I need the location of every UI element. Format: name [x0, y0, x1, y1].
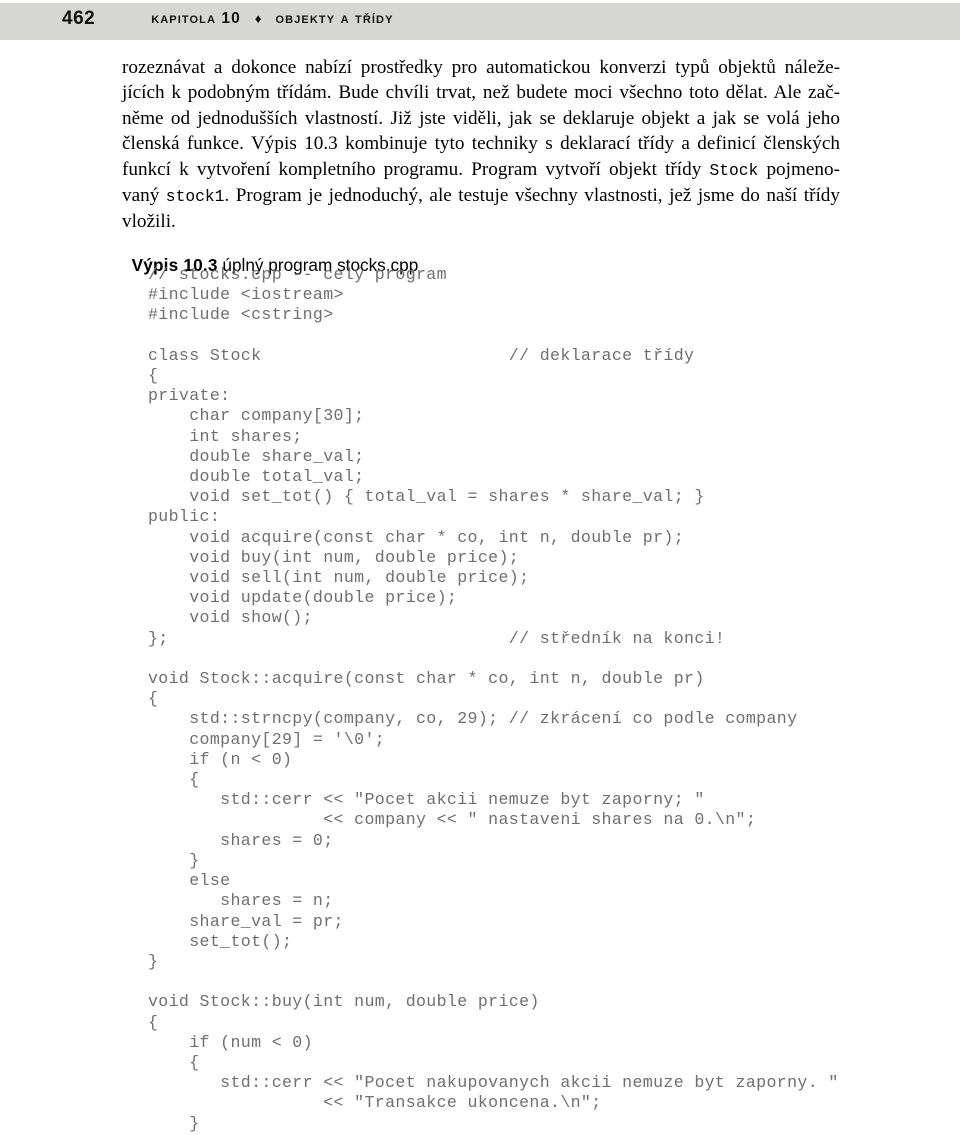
body-line: členská funkce. Výpis 10.3 kombinuje tyt… [122, 133, 840, 155]
chapter-subject: Objekty a třídy [275, 9, 394, 27]
page-header: 462 Kapitola 10 ♦ Objekty a třídy [0, 0, 960, 37]
code-line: if (n < 0) [148, 749, 293, 769]
code-line: int shares; [148, 426, 303, 446]
code-line: { [148, 366, 159, 386]
code-line: shares = n; [148, 891, 334, 911]
code-line: class Stock // deklarace třídy [148, 345, 695, 365]
code-line: else [148, 871, 231, 891]
code-line: void show(); [148, 608, 313, 628]
chapter-label: Kapitola 10 [151, 9, 241, 27]
diamond-icon: ♦ [254, 11, 262, 26]
code-line: company[29] = '\0'; [148, 729, 386, 749]
code-line: { [148, 689, 159, 709]
body-line-text: vaný [122, 185, 166, 207]
code-line: #include <cstring> [148, 305, 334, 325]
body-line: rozeznávat a dokonce nabízí prostředky p… [122, 57, 840, 78]
code-line: if (num < 0) [148, 1032, 313, 1052]
code-line: { [148, 1012, 159, 1032]
body-line: něme od jednodušších vlastností. Již jst… [122, 107, 840, 129]
code-line: double total_val; [148, 467, 365, 487]
code-line: { [148, 1052, 200, 1072]
code-line: void acquire(const char * co, int n, dou… [148, 527, 685, 547]
code-line: private: [148, 386, 231, 406]
code-line: shares = 0; [148, 830, 334, 850]
body-line-text: funkcí k vytvoření kompletního programu.… [122, 158, 710, 180]
body-line-with-code: vaný stock1. Program je jednoduchý, ale … [122, 183, 840, 209]
code-line: { [148, 770, 200, 790]
inline-code-stock1: stock1 [165, 187, 225, 207]
body-line-text: . Program je jednoduchý, ale testuje vše… [224, 185, 840, 207]
code-line: void update(double price); [148, 588, 458, 608]
code-line: #include <iostream> [148, 285, 344, 305]
code-line: std::cerr << "Pocet nakupovanych akcii n… [148, 1073, 839, 1093]
body-paragraph: rozeznávat a dokonce nabízí prostředky p… [122, 55, 840, 235]
code-line: std::cerr << "Pocet akcii nemuze byt zap… [148, 790, 705, 810]
code-line: // stocks.cpp -- celý program [148, 265, 447, 284]
page-number: 462 [62, 7, 96, 29]
code-line: << company << " nastaveni shares na 0.\n… [148, 810, 757, 830]
code-line: double share_val; [148, 446, 365, 466]
code-line: void Stock::buy(int num, double price) [148, 992, 540, 1012]
code-line: void buy(int num, double price); [148, 547, 520, 567]
code-line: set_tot(); [148, 931, 293, 951]
code-line: void sell(int num, double price); [148, 568, 530, 588]
body-line: jících k podobným třídám. Bude chvíli tr… [122, 82, 840, 104]
body-text-block: rozeznávat a dokonce nabízí prostředky p… [122, 55, 840, 235]
code-line: public: [148, 507, 221, 527]
body-line-text: pojmeno- [758, 158, 840, 180]
code-listing: // stocks.cpp -- celý program #include <i… [148, 265, 938, 1134]
code-line: void Stock::acquire(const char * co, int… [148, 669, 705, 689]
code-line: << "Transakce ukoncena.\n"; [148, 1093, 602, 1113]
body-line-with-code: funkcí k vytvoření kompletního programu.… [122, 157, 840, 183]
code-line: } [148, 1113, 200, 1133]
code-line: }; // středník na konci! [148, 628, 726, 648]
code-line: std::strncpy(company, co, 29); // zkráce… [148, 709, 798, 729]
inline-code-stock: Stock [709, 160, 759, 180]
body-line: vložili. [122, 211, 176, 233]
code-line: void set_tot() { total_val = shares * sh… [148, 487, 705, 507]
code-line: } [148, 951, 159, 971]
code-line: } [148, 850, 200, 870]
code-line: char company[30]; [148, 406, 365, 426]
code-line: share_val = pr; [148, 911, 344, 931]
